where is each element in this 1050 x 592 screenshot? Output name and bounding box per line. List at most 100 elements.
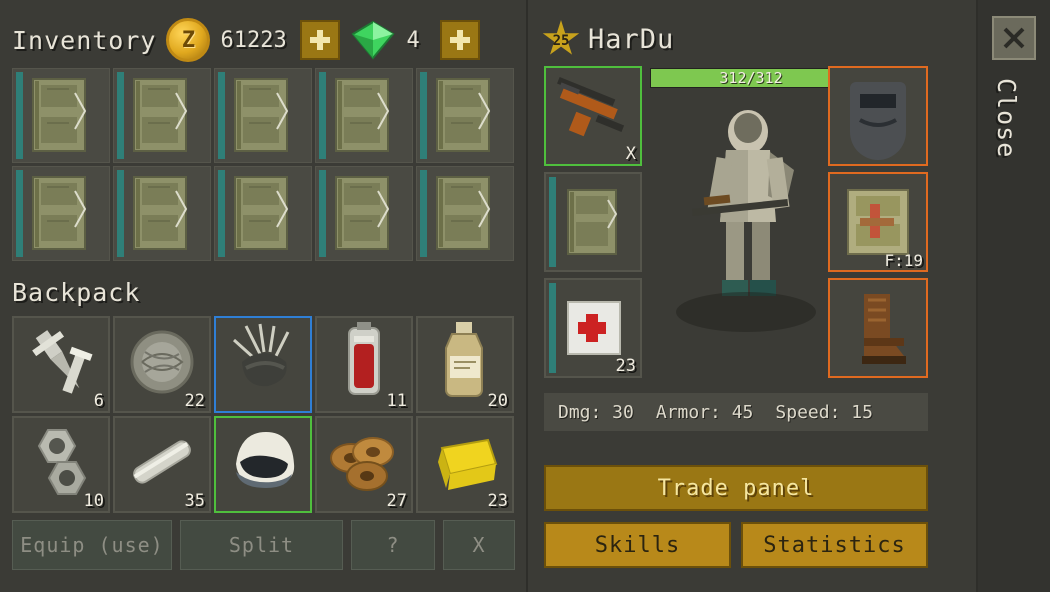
character-preview: [648, 92, 854, 382]
coin-amount: 61223: [220, 27, 287, 53]
coin-icon: Z: [166, 18, 211, 62]
backpack-item-slot[interactable]: 6: [12, 316, 110, 413]
close-column: Close: [978, 0, 1050, 592]
backpack-item-slot[interactable]: 22: [113, 316, 211, 413]
backpack-item-slot[interactable]: 11: [315, 316, 413, 413]
medkit-quick-slot[interactable]: 23: [544, 278, 642, 378]
backpack-quick-slot[interactable]: [544, 172, 642, 272]
rank-level: 25: [552, 32, 570, 49]
character-name: HarDu: [588, 23, 675, 55]
trade-panel-button[interactable]: Trade panel: [544, 465, 928, 511]
inventory-slot[interactable]: [214, 166, 312, 261]
skills-button[interactable]: Skills: [544, 522, 731, 568]
gem-amount: 4: [406, 27, 420, 53]
drop-button[interactable]: X: [443, 520, 515, 570]
backpack-icon: [32, 78, 87, 152]
inventory-grid: [12, 68, 514, 261]
close-button[interactable]: [992, 16, 1036, 60]
backpack-icon: [32, 176, 87, 250]
boots-armor-slot[interactable]: [828, 278, 928, 378]
page-title: Inventory: [12, 25, 157, 55]
spiked-helmet-icon: [232, 323, 290, 387]
motorcycle-helmet-icon: [236, 432, 295, 488]
health-bar: 312/312: [650, 68, 852, 88]
backpack-item-slot[interactable]: 10: [12, 416, 110, 513]
equip-use-button[interactable]: Equip (use): [12, 520, 172, 570]
inventory-panel: Inventory Z 61223 4 Backpack 6 22 11 20 …: [0, 0, 528, 592]
rank-badge-icon: 25: [542, 20, 580, 58]
durability-bar: [117, 72, 124, 159]
backpack-icon: [335, 78, 390, 152]
inventory-slot[interactable]: [12, 166, 110, 261]
weapon-slot[interactable]: X: [544, 66, 642, 166]
leather-boots-icon: [862, 294, 906, 364]
coin-symbol: Z: [181, 27, 196, 53]
backpack-item-slot[interactable]: [214, 416, 312, 513]
backpack-item-slot[interactable]: 20: [416, 316, 514, 413]
backpack-icon: [567, 189, 618, 255]
backpack-item-count: 20: [487, 391, 508, 411]
backpack-item-count: 35: [184, 491, 205, 511]
durability-bar: [549, 177, 556, 267]
action-buttons: Equip (use) Split ? X: [12, 520, 515, 570]
split-button[interactable]: Split: [180, 520, 343, 570]
character-header: 25 HarDu: [542, 20, 674, 58]
durability-bar: [420, 72, 427, 159]
backpack-item-slot[interactable]: 27: [315, 416, 413, 513]
add-coins-button[interactable]: [300, 20, 341, 60]
inventory-slot[interactable]: [315, 68, 413, 163]
help-button[interactable]: ?: [351, 520, 435, 570]
backpack-item-count: 22: [184, 391, 205, 411]
backpack-icon: [436, 176, 491, 250]
backpack-icon: [234, 78, 289, 152]
backpack-armor-slot[interactable]: F:19: [828, 172, 928, 272]
backpack-item-count: 11: [386, 391, 407, 411]
inventory-slot[interactable]: [315, 166, 413, 261]
backpack-item-slot[interactable]: 23: [416, 416, 514, 513]
inventory-slot[interactable]: [416, 166, 514, 261]
inventory-slot[interactable]: [113, 68, 211, 163]
backpack-item-slot[interactable]: 35: [113, 416, 211, 513]
weapon-slot-count: X: [625, 144, 636, 164]
backpack-item-count: 6: [93, 391, 104, 411]
backpack-grid: 6 22 11 20 10 35 27 23: [12, 316, 514, 513]
durability-bar: [420, 170, 427, 257]
durability-bar: [16, 72, 23, 159]
inventory-header: Inventory Z 61223 4: [12, 18, 481, 62]
inventory-slot[interactable]: [214, 68, 312, 163]
close-label[interactable]: Close: [992, 78, 1021, 158]
welding-mask-icon: [850, 82, 906, 160]
durability-bar: [218, 72, 225, 159]
inventory-slot[interactable]: [113, 166, 211, 261]
character-panel: 25 HarDu 312/312 X 23 F:19 Dmg: 30 Armor…: [528, 0, 978, 592]
add-gems-button[interactable]: [440, 20, 481, 60]
health-bar-label: 312/312: [719, 69, 783, 87]
gem-icon: [350, 20, 396, 60]
stats-bar: Dmg: 30 Armor: 45 Speed: 15: [544, 393, 928, 431]
backpack-item-slot[interactable]: [214, 316, 312, 413]
bottom-buttons: Skills Statistics: [544, 522, 928, 568]
inventory-slot[interactable]: [416, 68, 514, 163]
medkit-quick-slot-count: 23: [615, 356, 636, 376]
durability-bar: [117, 170, 124, 257]
backpack-item-count: 23: [487, 491, 508, 511]
durability-bar: [319, 72, 326, 159]
statistics-button[interactable]: Statistics: [741, 522, 928, 568]
backpack-label: Backpack: [12, 278, 141, 307]
durability-bar: [16, 170, 23, 257]
inventory-screen: Inventory Z 61223 4 Backpack 6 22 11 20 …: [0, 0, 1050, 592]
backpack-icon: [133, 176, 188, 250]
durability-bar: [549, 283, 556, 373]
durability-bar: [319, 170, 326, 257]
backpack-item-count: 10: [83, 491, 104, 511]
backpack-icon: [234, 176, 289, 250]
helmet-armor-slot[interactable]: [828, 66, 928, 166]
backpack-icon: [436, 78, 491, 152]
backpack-armor-count: F:19: [884, 251, 923, 270]
inventory-slot[interactable]: [12, 68, 110, 163]
durability-bar: [218, 170, 225, 257]
backpack-icon: [133, 78, 188, 152]
backpack-item-count: 27: [386, 491, 407, 511]
equipment-quick-slots: X 23: [544, 66, 642, 378]
armor-slots: F:19: [828, 66, 928, 378]
